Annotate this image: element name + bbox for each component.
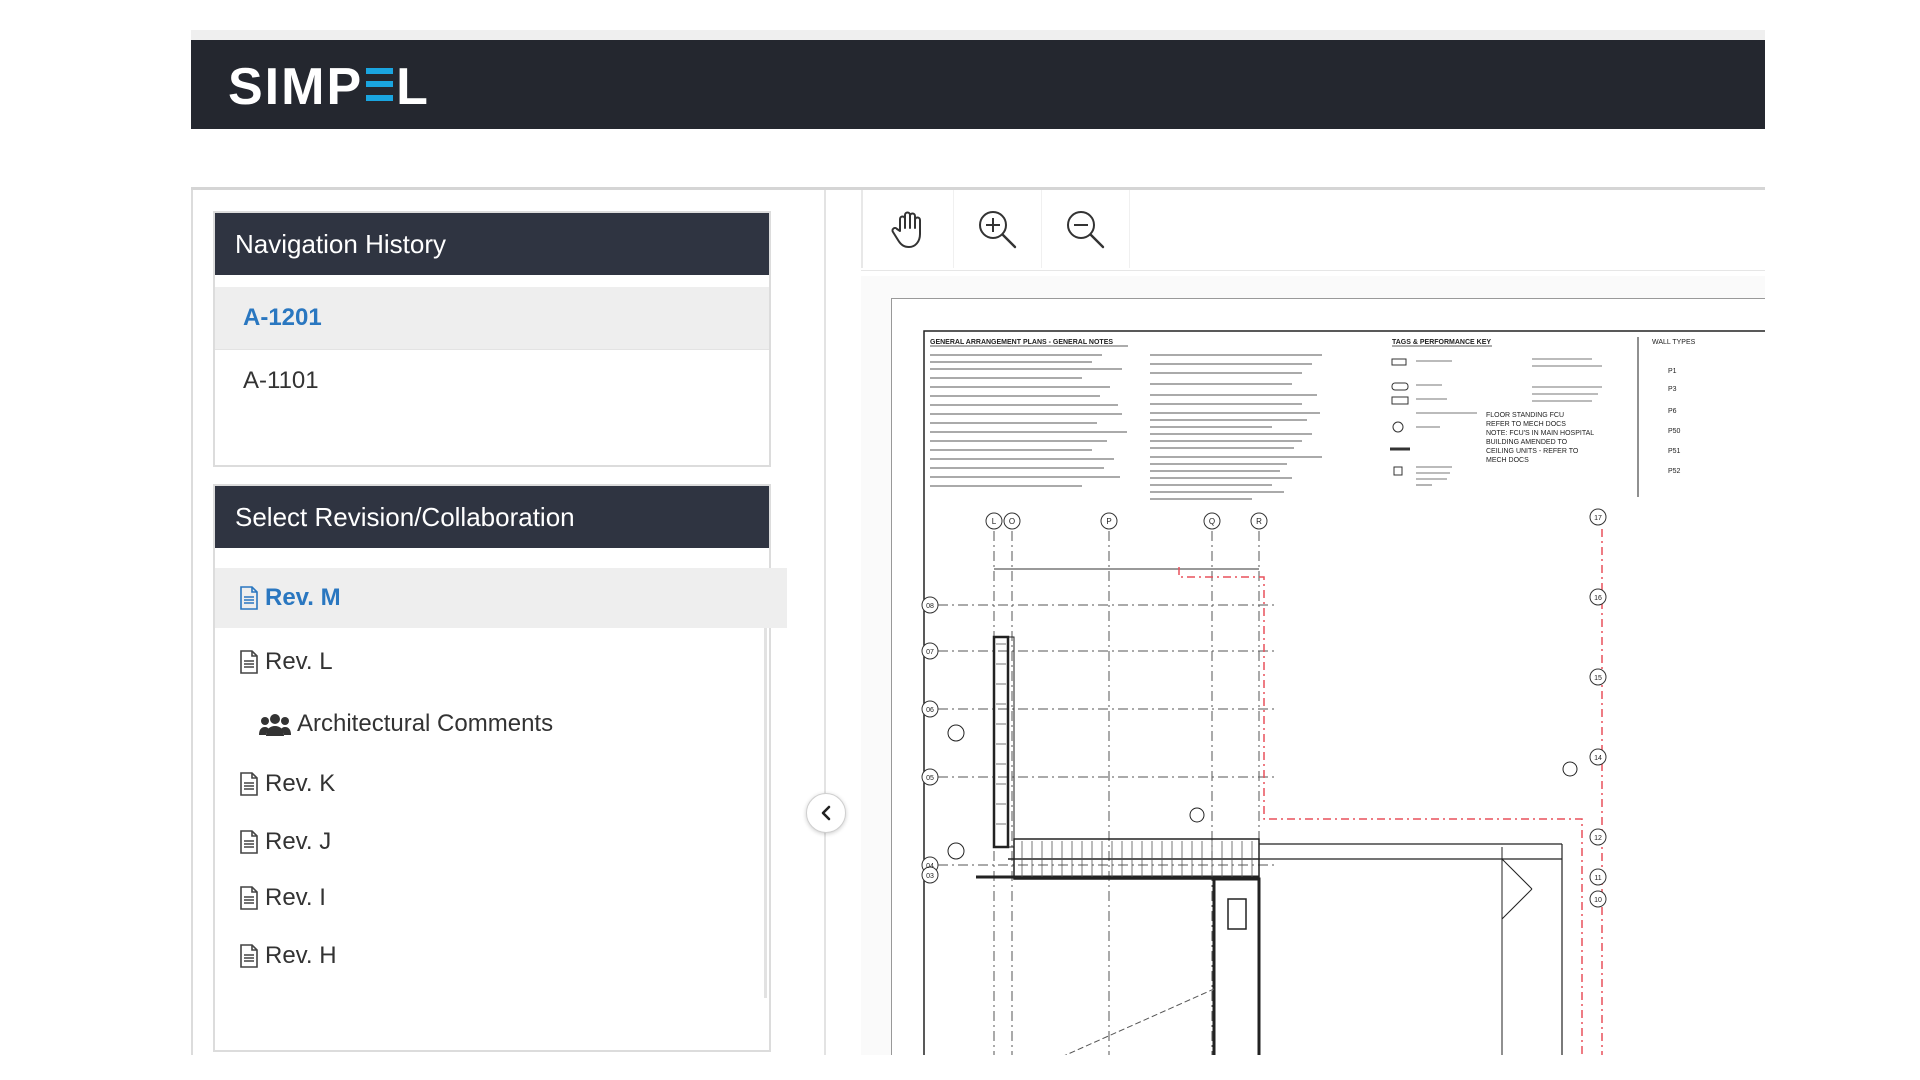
notes-title: GENERAL ARRANGEMENT PLANS - GENERAL NOTE…: [930, 339, 1113, 346]
svg-text:L: L: [992, 517, 997, 526]
tags-key-symbols: [1390, 358, 1410, 476]
revision-item-rev-l[interactable]: Rev. L: [215, 634, 787, 690]
wall-type-codes: P1 P3 P6 P50 P51 P52: [1668, 368, 1681, 475]
grid-column-labels: L O P Q R: [992, 517, 1262, 526]
revision-item-rev-j[interactable]: Rev. J: [215, 814, 787, 870]
revision-panel-title: Select Revision/Collaboration: [215, 486, 769, 548]
panel-divider[interactable]: [824, 190, 826, 1055]
revision-item-rev-m[interactable]: Rev. M: [215, 568, 787, 628]
svg-text:P50: P50: [1668, 428, 1681, 435]
svg-text:14: 14: [1594, 755, 1602, 762]
svg-text:17: 17: [1594, 515, 1602, 522]
stair-hatching: [996, 643, 1253, 877]
secondary-toolbar: [191, 129, 1765, 190]
document-icon: [240, 886, 258, 910]
floor-note-line: FLOOR STANDING FCU: [1486, 412, 1564, 419]
logo-text-left: SIMP: [228, 58, 364, 116]
wall-types-title: WALL TYPES: [1652, 339, 1696, 346]
nav-item-a-1201[interactable]: A-1201: [215, 287, 769, 350]
svg-text:08: 08: [926, 603, 934, 610]
logo-text-right: L: [396, 58, 430, 116]
architectural-plan: GENERAL ARRANGEMENT PLANS - GENERAL NOTE…: [921, 330, 1765, 1055]
floor-note-line: BUILDING AMENDED TO: [1486, 439, 1568, 446]
toolbar-edge: [861, 190, 863, 268]
collaboration-item-architectural-comments[interactable]: Architectural Comments: [215, 696, 807, 752]
document-icon: [240, 830, 258, 854]
grid-column-bubbles: [985, 512, 1268, 530]
viewer-toolbar: [861, 190, 1765, 271]
revision-item-rev-h[interactable]: Rev. H: [215, 928, 787, 984]
svg-text:03: 03: [926, 873, 934, 880]
navigation-history-panel: Navigation History A-1201 A-1101: [213, 211, 771, 467]
revision-label: Rev. I: [265, 884, 326, 911]
team-icon: [259, 714, 291, 736]
revision-label: Rev. K: [265, 770, 336, 797]
svg-text:Q: Q: [1209, 517, 1215, 526]
drawing-sheet[interactable]: GENERAL ARRANGEMENT PLANS - GENERAL NOTE…: [891, 298, 1765, 1055]
svg-text:07: 07: [926, 649, 934, 656]
key-title: TAGS & PERFORMANCE KEY: [1392, 339, 1491, 346]
svg-text:P51: P51: [1668, 448, 1681, 455]
pan-tool-button[interactable]: [865, 190, 954, 268]
svg-text:06: 06: [926, 707, 934, 714]
revision-label: Rev. H: [265, 942, 337, 969]
svg-text:P6: P6: [1668, 408, 1677, 415]
left-edge: [191, 190, 193, 1055]
navigation-history-title: Navigation History: [215, 213, 769, 275]
general-notes-text: [930, 354, 1322, 500]
floor-note-line: NOTE: FCU'S IN MAIN HOSPITAL: [1486, 430, 1594, 437]
right-grid-bubbles: [1589, 508, 1607, 908]
floor-note-line: MECH DOCS: [1486, 457, 1529, 464]
svg-text:P3: P3: [1668, 386, 1677, 393]
document-icon: [240, 772, 258, 796]
svg-text:P52: P52: [1668, 468, 1681, 475]
svg-text:05: 05: [926, 775, 934, 782]
app-window: SIMP L Navigation History A-1201 A-1101 S…: [191, 30, 1765, 1055]
simpel-logo[interactable]: SIMP L: [228, 61, 430, 113]
svg-text:16: 16: [1594, 595, 1602, 602]
site-boundary-line: [1178, 529, 1603, 1055]
drawing-canvas[interactable]: GENERAL ARRANGEMENT PLANS - GENERAL NOTE…: [861, 276, 1765, 1055]
revision-label: Rev. J: [265, 828, 332, 855]
drawing-viewer: GENERAL ARRANGEMENT PLANS - GENERAL NOTE…: [861, 190, 1765, 1055]
revision-item-rev-k[interactable]: Rev. K: [215, 756, 787, 812]
pan-hand-icon: [891, 211, 921, 248]
grid-lines: [938, 531, 1277, 1055]
svg-text:12: 12: [1594, 835, 1602, 842]
revision-item-rev-i[interactable]: Rev. I: [215, 870, 787, 926]
zoom-out-button[interactable]: [1041, 190, 1130, 268]
building-walls: [976, 635, 1563, 1055]
logo-e-mark: [366, 64, 394, 104]
svg-text:15: 15: [1594, 675, 1602, 682]
collapse-sidebar-button[interactable]: [806, 793, 846, 833]
app-header: SIMP L: [191, 40, 1765, 129]
revision-label: Rev. M: [265, 584, 341, 611]
revision-label: Rev. L: [265, 648, 333, 675]
zoom-in-icon: [979, 211, 1017, 249]
svg-text:R: R: [1256, 517, 1262, 526]
svg-text:04: 04: [926, 863, 934, 870]
document-icon: [240, 650, 258, 674]
svg-text:10: 10: [1594, 897, 1602, 904]
svg-text:11: 11: [1594, 875, 1601, 882]
document-icon: [240, 944, 258, 968]
svg-text:P1: P1: [1668, 368, 1677, 375]
document-icon: [240, 586, 258, 610]
collaboration-label: Architectural Comments: [297, 710, 554, 737]
svg-text:P: P: [1106, 517, 1111, 526]
nav-item-a-1101[interactable]: A-1101: [215, 350, 769, 412]
right-grid-labels: 17 16 15 14 12 11 10: [1594, 515, 1602, 904]
floor-note-line: CEILING UNITS - REFER TO: [1486, 448, 1579, 455]
revision-panel: Select Revision/Collaboration Rev. M Rev…: [213, 484, 787, 1052]
svg-text:O: O: [1009, 517, 1015, 526]
floor-standing-note: FLOOR STANDING FCU REFER TO MECH DOCS NO…: [1486, 412, 1596, 464]
zoom-out-icon: [1067, 211, 1105, 249]
floor-note-line: REFER TO MECH DOCS: [1486, 421, 1566, 428]
chevron-left-icon: [821, 805, 831, 821]
zoom-in-button[interactable]: [953, 190, 1042, 268]
